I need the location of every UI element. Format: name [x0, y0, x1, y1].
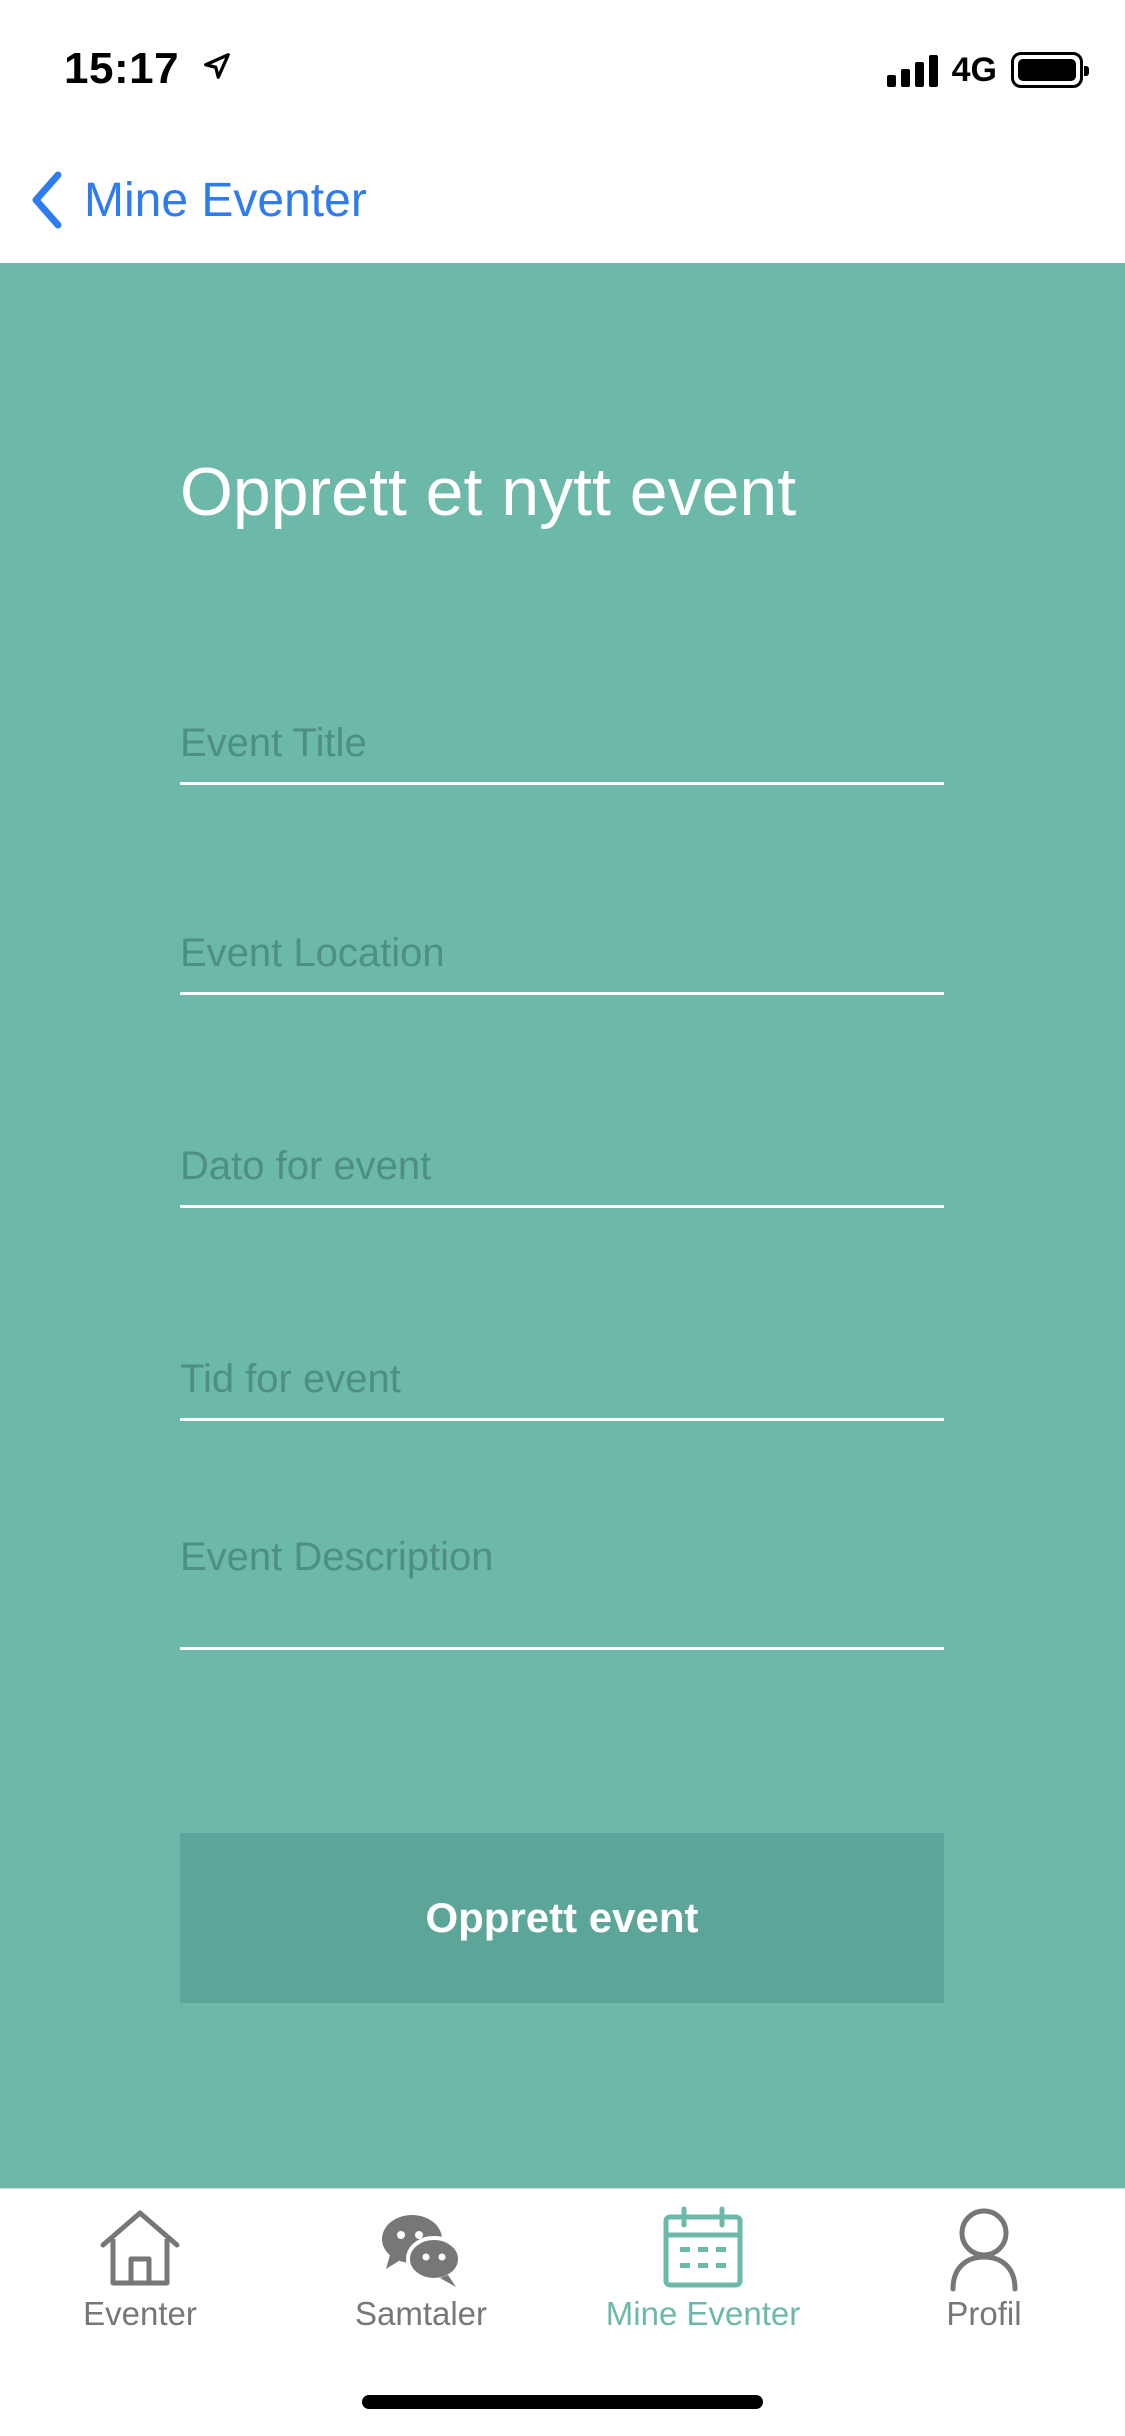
tab-label: Mine Eventer — [605, 2295, 801, 2332]
home-icon — [100, 2210, 180, 2286]
tab-samtaler[interactable]: Samtaler — [321, 2203, 521, 2333]
event-title-field-wrapper — [180, 693, 944, 785]
person-icon — [950, 2208, 1018, 2292]
signal-icon — [886, 53, 938, 87]
tab-label: Samtaler — [354, 2295, 488, 2332]
event-description-field-wrapper — [180, 1513, 944, 1650]
home-indicator[interactable] — [362, 2395, 763, 2409]
tab-profil[interactable]: Profil — [884, 2203, 1084, 2333]
status-indicators: 4G — [886, 50, 1089, 90]
network-label: 4G — [951, 50, 997, 89]
event-location-input[interactable] — [180, 903, 944, 992]
back-button-label: Mine Eventer — [84, 173, 367, 227]
tab-mine-eventer[interactable]: Mine Eventer — [603, 2203, 803, 2333]
event-description-input[interactable] — [180, 1513, 944, 1647]
navigation-bar: Mine Eventer — [0, 135, 1125, 263]
tab-label: Profil — [946, 2295, 1022, 2332]
status-time: 15:17 — [64, 42, 232, 94]
event-time-field-wrapper — [180, 1329, 944, 1421]
chat-bubbles-icon — [382, 2215, 462, 2287]
back-button[interactable]: Mine Eventer — [26, 165, 367, 235]
location-arrow-icon — [202, 42, 232, 92]
tab-eventer[interactable]: Eventer — [40, 2203, 240, 2333]
status-bar: 15:17 4G — [0, 0, 1125, 135]
chevron-left-icon — [32, 171, 62, 229]
event-title-input[interactable] — [180, 693, 944, 782]
create-event-button[interactable]: Opprett event — [180, 1833, 944, 2003]
create-event-form: Opprett et nytt event Opprett event — [0, 263, 1125, 2188]
battery-icon — [1011, 52, 1089, 88]
tab-label: Eventer — [83, 2295, 197, 2332]
event-location-field-wrapper — [180, 903, 944, 995]
page-title: Opprett et nytt event — [180, 454, 797, 530]
event-date-field-wrapper — [180, 1116, 944, 1208]
event-date-input[interactable] — [180, 1116, 944, 1205]
calendar-icon — [663, 2206, 743, 2288]
event-time-input[interactable] — [180, 1329, 944, 1418]
screen: 15:17 4G Mine Eventer Opprett et nytt ev… — [0, 0, 1125, 2436]
status-time-text: 15:17 — [64, 44, 180, 93]
